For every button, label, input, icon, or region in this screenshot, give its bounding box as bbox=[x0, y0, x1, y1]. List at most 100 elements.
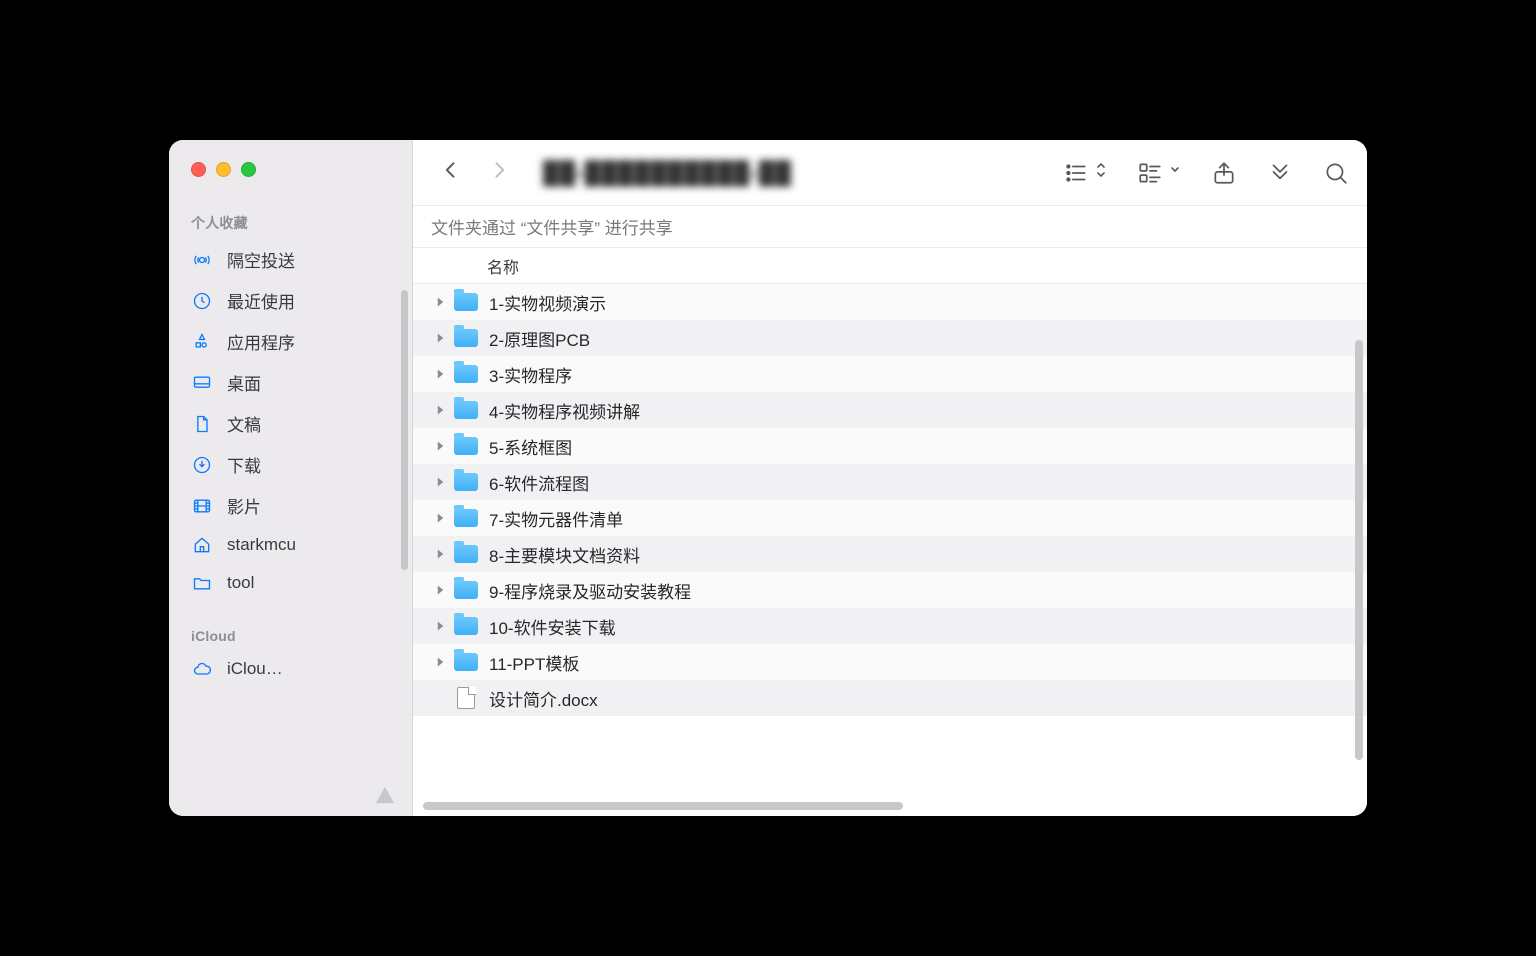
nav-buttons bbox=[441, 156, 509, 189]
file-row[interactable]: 9-程序烧录及驱动安装教程 bbox=[413, 572, 1367, 608]
file-name: 5-系统框图 bbox=[489, 434, 572, 459]
folder-icon bbox=[453, 579, 479, 601]
file-list: 1-实物视频演示 2-原理图PCB 3-实物程序 4-实物程序视频讲解 5-系统框图 6-… bbox=[413, 284, 1367, 816]
close-button[interactable] bbox=[191, 162, 206, 177]
sidebar-item-desktop[interactable]: 桌面 bbox=[169, 362, 412, 403]
file-row[interactable]: 11-PPT模板 bbox=[413, 644, 1367, 680]
file-name: 4-实物程序视频讲解 bbox=[489, 398, 640, 423]
folder-icon bbox=[453, 327, 479, 349]
folder-icon bbox=[453, 543, 479, 565]
airdrop-icon bbox=[191, 249, 213, 271]
file-row[interactable]: 10-软件安装下载 bbox=[413, 608, 1367, 644]
forward-button[interactable] bbox=[489, 156, 509, 189]
sidebar-item-tool[interactable]: tool bbox=[169, 564, 412, 602]
view-list-button[interactable] bbox=[1063, 160, 1107, 186]
movie-icon bbox=[191, 495, 213, 517]
sidebar-item-recents[interactable]: 最近使用 bbox=[169, 280, 412, 321]
vertical-scrollbar[interactable] bbox=[1355, 340, 1363, 760]
disclosure-triangle-icon[interactable] bbox=[433, 656, 447, 668]
file-name: 设计简介.docx bbox=[489, 686, 598, 711]
sidebar-item-airdrop[interactable]: 隔空投送 bbox=[169, 239, 412, 280]
file-row[interactable]: 5-系统框图 bbox=[413, 428, 1367, 464]
sidebar-item-downloads[interactable]: 下载 bbox=[169, 444, 412, 485]
disclosure-triangle-icon[interactable] bbox=[433, 296, 447, 308]
document-icon bbox=[191, 413, 213, 435]
share-button[interactable] bbox=[1211, 160, 1237, 186]
sidebar-item-label: 隔空投送 bbox=[227, 247, 295, 272]
file-name: 11-PPT模板 bbox=[489, 650, 579, 675]
sidebar-item-label: 最近使用 bbox=[227, 288, 295, 313]
updown-icon bbox=[1095, 160, 1107, 185]
download-icon bbox=[191, 454, 213, 476]
search-button[interactable] bbox=[1323, 160, 1349, 186]
folder-icon bbox=[453, 471, 479, 493]
disclosure-triangle-icon[interactable] bbox=[433, 620, 447, 632]
sidebar: 个人收藏 隔空投送 最近使用 应用程序 桌面 bbox=[169, 140, 413, 816]
folder-icon bbox=[453, 651, 479, 673]
minimize-button[interactable] bbox=[216, 162, 231, 177]
file-name: 9-程序烧录及驱动安装教程 bbox=[489, 578, 691, 603]
sidebar-item-label: tool bbox=[227, 573, 254, 593]
sidebar-item-label: starkmcu bbox=[227, 535, 296, 555]
file-name: 3-实物程序 bbox=[489, 362, 572, 387]
folder-icon bbox=[453, 615, 479, 637]
disclosure-triangle-icon[interactable] bbox=[433, 584, 447, 596]
share-status-text: 文件夹通过 “文件共享” 进行共享 bbox=[431, 214, 673, 239]
file-name: 2-原理图PCB bbox=[489, 326, 590, 351]
chevron-down-icon bbox=[1169, 160, 1181, 185]
group-button[interactable] bbox=[1137, 160, 1181, 186]
sidebar-item-label: 影片 bbox=[227, 493, 261, 518]
sidebar-item-movies[interactable]: 影片 bbox=[169, 485, 412, 526]
file-row[interactable]: 3-实物程序 bbox=[413, 356, 1367, 392]
disclosure-triangle-icon[interactable] bbox=[433, 548, 447, 560]
apps-icon bbox=[191, 331, 213, 353]
folder-icon bbox=[453, 435, 479, 457]
disclosure-triangle-icon[interactable] bbox=[433, 440, 447, 452]
cloud-icon bbox=[191, 658, 213, 680]
finder-window: 个人收藏 隔空投送 最近使用 应用程序 桌面 bbox=[169, 140, 1367, 816]
main-area: ██-██████████-██ bbox=[413, 140, 1367, 816]
window-title: ██-██████████-██ bbox=[543, 160, 792, 186]
zoom-button[interactable] bbox=[241, 162, 256, 177]
sidebar-item-icloud[interactable]: iClou… bbox=[169, 650, 412, 688]
warning-icon bbox=[374, 784, 396, 806]
horizontal-scrollbar[interactable] bbox=[423, 802, 903, 810]
disclosure-triangle-icon[interactable] bbox=[433, 476, 447, 488]
column-name[interactable]: 名称 bbox=[413, 254, 519, 278]
disclosure-triangle-icon[interactable] bbox=[433, 512, 447, 524]
sidebar-item-label: 下载 bbox=[227, 452, 261, 477]
sidebar-item-label: 应用程序 bbox=[227, 329, 295, 354]
file-name: 1-实物视频演示 bbox=[489, 290, 606, 315]
file-name: 10-软件安装下载 bbox=[489, 614, 616, 639]
back-button[interactable] bbox=[441, 156, 461, 189]
document-icon bbox=[453, 687, 479, 709]
sidebar-item-applications[interactable]: 应用程序 bbox=[169, 321, 412, 362]
file-row[interactable]: 7-实物元器件清单 bbox=[413, 500, 1367, 536]
file-row[interactable]: 设计简介.docx bbox=[413, 680, 1367, 716]
sidebar-item-label: 文稿 bbox=[227, 411, 261, 436]
clock-icon bbox=[191, 290, 213, 312]
disclosure-triangle-icon[interactable] bbox=[433, 332, 447, 344]
more-button[interactable] bbox=[1267, 160, 1293, 186]
disclosure-triangle-icon[interactable] bbox=[433, 404, 447, 416]
sidebar-section-favorites: 个人收藏 bbox=[169, 205, 412, 239]
folder-icon bbox=[453, 399, 479, 421]
folder-icon bbox=[453, 291, 479, 313]
file-name: 6-软件流程图 bbox=[489, 470, 589, 495]
file-row[interactable]: 4-实物程序视频讲解 bbox=[413, 392, 1367, 428]
desktop-icon bbox=[191, 372, 213, 394]
file-row[interactable]: 6-软件流程图 bbox=[413, 464, 1367, 500]
folder-icon bbox=[191, 572, 213, 594]
share-status-bar: 文件夹通过 “文件共享” 进行共享 bbox=[413, 206, 1367, 248]
column-header[interactable]: 名称 bbox=[413, 248, 1367, 284]
sidebar-item-home[interactable]: starkmcu bbox=[169, 526, 412, 564]
sidebar-item-label: iClou… bbox=[227, 659, 283, 679]
house-icon bbox=[191, 534, 213, 556]
sidebar-scrollbar[interactable] bbox=[401, 290, 408, 570]
sidebar-item-documents[interactable]: 文稿 bbox=[169, 403, 412, 444]
file-row[interactable]: 2-原理图PCB bbox=[413, 320, 1367, 356]
file-row[interactable]: 1-实物视频演示 bbox=[413, 284, 1367, 320]
sidebar-section-icloud: iCloud bbox=[169, 620, 412, 650]
disclosure-triangle-icon[interactable] bbox=[433, 368, 447, 380]
file-row[interactable]: 8-主要模块文档资料 bbox=[413, 536, 1367, 572]
